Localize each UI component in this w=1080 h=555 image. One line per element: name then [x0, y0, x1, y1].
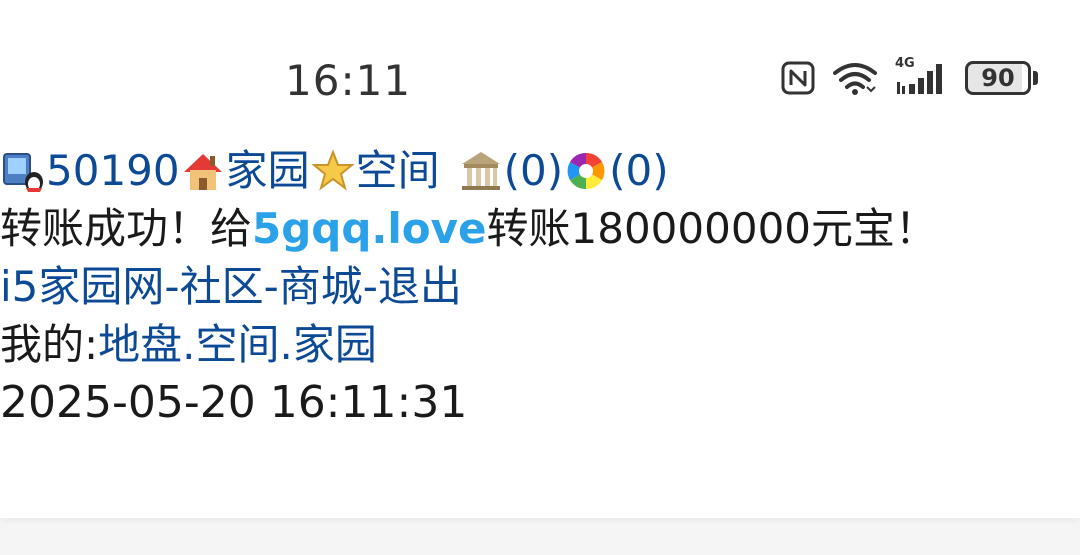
separator: -: [263, 262, 279, 311]
user-id-link[interactable]: 50190: [46, 142, 180, 200]
camera-count-link[interactable]: (0): [609, 142, 669, 200]
my-space-link[interactable]: 空间: [196, 316, 280, 374]
camera-aperture-icon: [567, 152, 605, 190]
message-suffix: 转账180000000元宝！: [486, 204, 938, 253]
cellular-signal-icon: 4G: [895, 56, 947, 96]
my-links: 我的: 地盘 . 空间 . 家园: [0, 316, 1080, 374]
message-prefix: 转账成功！给: [0, 204, 253, 253]
house-icon: [183, 154, 222, 190]
space-link[interactable]: 空间: [356, 142, 440, 200]
site-home-link[interactable]: i5家园网: [0, 258, 164, 316]
my-land-link[interactable]: 地盘: [98, 316, 182, 374]
battery-level: 90: [965, 61, 1031, 95]
bank-count-link[interactable]: (0): [504, 142, 564, 200]
logout-link[interactable]: 退出: [378, 258, 462, 316]
recipient-name: 5gqq.love: [252, 204, 487, 253]
battery-icon: 90: [965, 61, 1038, 95]
separator: -: [164, 262, 180, 311]
bank-icon: [461, 152, 500, 190]
timestamp: 2025-05-20 16:11:31: [0, 377, 468, 428]
status-clock: 16:11: [285, 56, 412, 105]
nfc-icon: [781, 61, 815, 95]
page-content: 50190 家园 空间 (0) (0) 转账成功！给 5gqq.love 转账1…: [0, 142, 1080, 432]
status-bar: 16:11 4G 90: [0, 0, 1080, 150]
dot-separator: .: [279, 320, 293, 369]
my-home-link[interactable]: 家园: [293, 316, 377, 374]
home-link[interactable]: 家园: [226, 142, 310, 200]
transfer-message: 转账成功！给 5gqq.love 转账180000000元宝！: [0, 200, 1080, 258]
separator: -: [362, 262, 378, 311]
qq-computer-icon: [3, 153, 43, 192]
star-icon: [310, 149, 355, 191]
footer-links: i5家园网 - 社区 - 商城 - 退出: [0, 258, 1080, 316]
dot-separator: .: [182, 320, 196, 369]
nav-bar: 50190 家园 空间 (0) (0): [0, 142, 1080, 200]
system-icons: 4G 90: [781, 56, 1038, 96]
mall-link[interactable]: 商城: [279, 258, 363, 316]
mine-label: 我的:: [0, 320, 99, 369]
wifi-icon: [833, 63, 877, 95]
page: 16:11 4G 90 50190 家园 空间 (0) (0) 转账成功！给 5…: [0, 0, 1080, 518]
community-link[interactable]: 社区: [180, 258, 264, 316]
